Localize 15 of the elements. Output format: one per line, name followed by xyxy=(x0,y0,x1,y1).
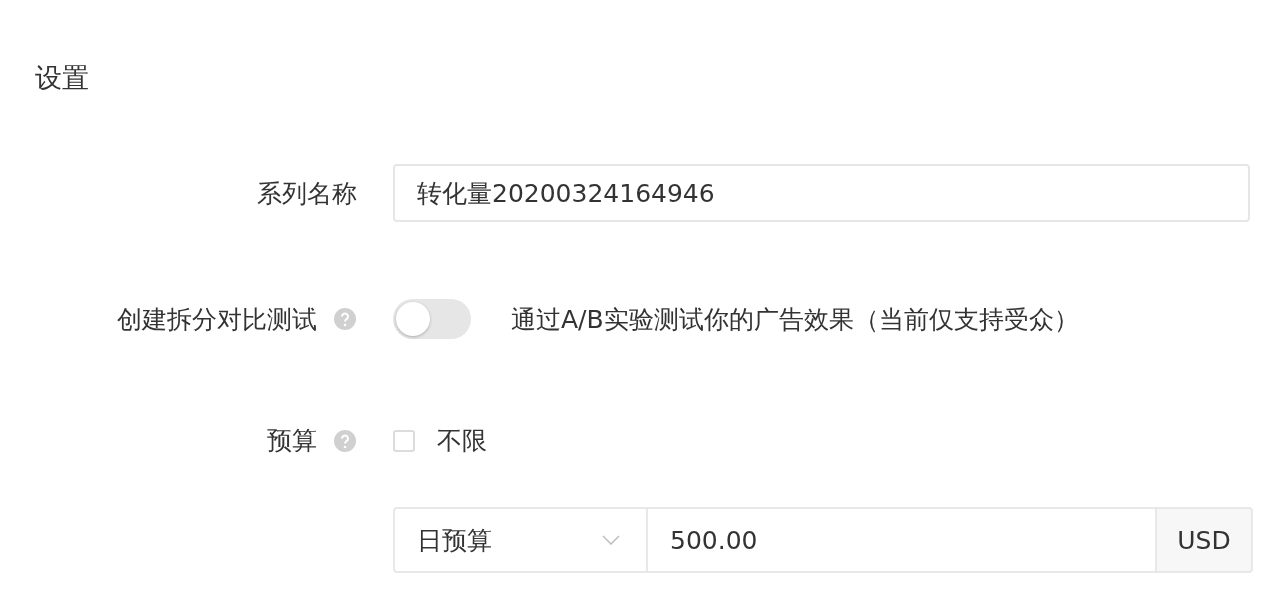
checkbox[interactable] xyxy=(393,429,415,452)
help-icon[interactable] xyxy=(333,307,357,331)
field-label: 创建拆分对比测试 xyxy=(117,303,317,336)
campaign-name-field[interactable]: 转化量20200324164946 xyxy=(393,164,1250,222)
currency-label: USD xyxy=(1157,507,1253,573)
toggle-switch[interactable] xyxy=(393,299,471,339)
chevron-down-icon xyxy=(602,535,620,545)
help-icon[interactable] xyxy=(333,428,357,453)
toggle-description: 通过A/B实验测试你的广告效果（当前仅支持受众） xyxy=(511,303,1079,336)
budget-amount-field[interactable]: 500.00 xyxy=(648,507,1157,573)
field-label: 系列名称 xyxy=(257,177,357,210)
checkbox-label[interactable]: 不限 xyxy=(437,424,487,457)
budget-type-select[interactable]: 日预算 xyxy=(393,507,648,573)
section-title: 设置 xyxy=(35,61,89,95)
field-label: 预算 xyxy=(267,425,317,457)
